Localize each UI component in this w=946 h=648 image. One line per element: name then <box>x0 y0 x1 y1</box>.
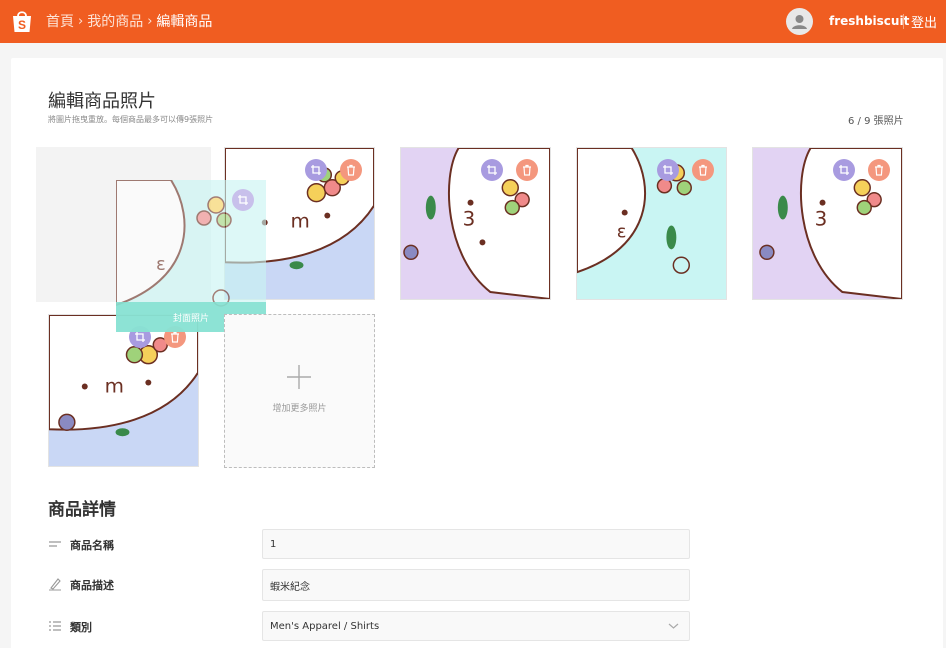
field-label-category: 類別 <box>70 621 92 634</box>
photo-tile[interactable]: 3 <box>400 147 551 300</box>
chevron-down-icon <box>668 623 679 629</box>
breadcrumb-current: 編輯商品 <box>156 14 213 30</box>
svg-text:m: m <box>291 209 310 232</box>
plus-icon <box>287 365 311 389</box>
breadcrumb-my-products[interactable]: 我的商品 <box>87 11 143 31</box>
breadcrumb-home[interactable]: 首頁 <box>46 11 74 31</box>
trash-icon <box>875 164 883 176</box>
crop-icon <box>311 165 321 175</box>
crop-icon <box>663 165 673 175</box>
logout-link[interactable]: 登出 <box>911 12 937 31</box>
photos-hint: 將圖片拖曳重放。每個商品最多可以傳9張照片 <box>48 115 214 124</box>
add-photo-label: 增加更多照片 <box>272 404 327 414</box>
delete-button[interactable] <box>516 159 538 181</box>
crop-icon <box>487 165 497 175</box>
breadcrumb-separator: › <box>147 13 153 29</box>
crop-button[interactable] <box>305 159 327 181</box>
photos-section-title: 編輯商品照片 <box>48 91 156 112</box>
delete-button[interactable] <box>868 159 890 181</box>
avatar[interactable] <box>786 8 813 35</box>
trash-icon <box>171 331 179 343</box>
photo-count: 6 / 9 張照片 <box>848 116 904 127</box>
username[interactable]: freshbiscuit <box>829 14 909 28</box>
trash-icon <box>523 164 531 176</box>
add-photo-button[interactable]: 增加更多照片 <box>224 314 375 468</box>
divider <box>903 14 904 29</box>
svg-text:m: m <box>105 374 124 397</box>
crop-button[interactable] <box>833 159 855 181</box>
field-label-name: 商品名稱 <box>70 539 114 552</box>
crop-button[interactable] <box>657 159 679 181</box>
photo-tile[interactable]: m <box>48 314 199 467</box>
delete-button[interactable] <box>340 159 362 181</box>
list-icon <box>49 621 61 631</box>
crop-icon <box>238 195 248 205</box>
category-value: Men's Apparel / Shirts <box>270 620 380 632</box>
top-bar: S 首頁 › 我的商品 › 編輯商品 freshbiscuit 登出 <box>0 0 946 43</box>
trash-icon <box>699 164 707 176</box>
crop-icon <box>839 165 849 175</box>
photo-tile[interactable]: 3 <box>752 147 903 300</box>
svg-text:3: 3 <box>463 207 476 230</box>
field-label-description: 商品描述 <box>70 579 114 592</box>
trash-icon <box>347 164 355 176</box>
breadcrumb: 首頁 › 我的商品 › 編輯商品 <box>46 11 212 31</box>
crop-button[interactable] <box>481 159 503 181</box>
delete-button[interactable] <box>692 159 714 181</box>
svg-text:S: S <box>18 18 26 32</box>
details-section-title: 商品詳情 <box>48 500 116 520</box>
crop-button[interactable] <box>232 189 254 211</box>
svg-text:3: 3 <box>815 207 828 230</box>
user-icon <box>792 15 807 29</box>
svg-text:ε: ε <box>617 221 627 242</box>
category-select[interactable]: Men's Apparel / Shirts <box>262 611 690 641</box>
product-name-input[interactable]: 1 <box>262 529 690 559</box>
product-description-input[interactable]: 蝦米紀念 <box>262 569 690 601</box>
breadcrumb-separator: › <box>78 13 84 29</box>
crop-icon <box>135 332 145 342</box>
text-lines-icon <box>49 541 61 547</box>
photo-tile[interactable]: ε <box>576 147 727 300</box>
pencil-icon <box>49 578 61 591</box>
shopee-logo-icon[interactable]: S <box>11 9 33 33</box>
svg-text:ε: ε <box>156 254 166 275</box>
